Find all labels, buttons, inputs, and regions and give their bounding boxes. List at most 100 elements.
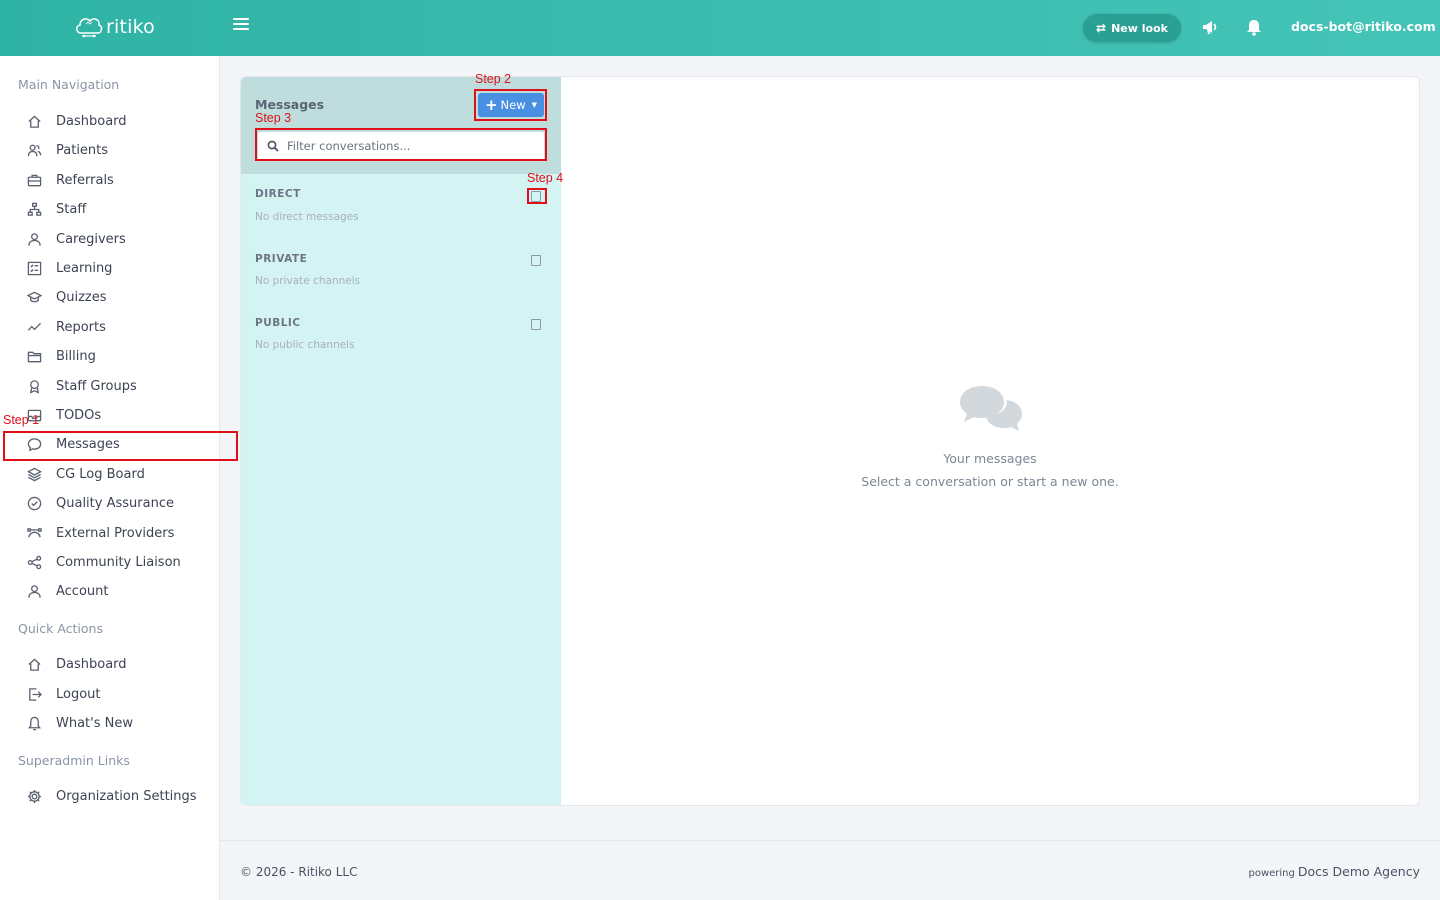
sidebar-item-what-s-new[interactable]: What's New — [18, 710, 218, 736]
sidebar-item-label: Reports — [56, 319, 106, 335]
logo-text: ritiko — [106, 16, 155, 38]
sidebar-item-label: Quizzes — [56, 289, 107, 305]
sidebar-item-label: Learning — [56, 260, 113, 276]
graduation-cap-icon — [26, 289, 42, 305]
sidebar-item-label: Community Liaison — [56, 554, 181, 570]
quick-actions-title: Quick Actions — [18, 621, 103, 636]
logout-icon — [26, 686, 42, 702]
sidebar-item-staff-groups[interactable]: Staff Groups — [18, 373, 218, 399]
messages-card: Messages + New ▼ DIRECT No direct messag… — [240, 76, 1420, 806]
direct-group-label: DIRECT — [255, 188, 301, 200]
public-empty-text: No public channels — [255, 339, 355, 351]
sidebar-item-label: Quality Assurance — [56, 495, 174, 511]
user-icon — [26, 231, 42, 247]
swap-icon: ⇄ — [1096, 21, 1107, 35]
sidebar-item-label: Logout — [56, 686, 101, 702]
logo[interactable]: ritiko — [74, 14, 155, 40]
home-icon — [26, 656, 42, 672]
sidebar-item-label: Patients — [56, 142, 109, 158]
cloud-logo-icon — [76, 18, 103, 38]
sidebar-item-label: Billing — [56, 348, 96, 364]
sidebar-item-organization-settings[interactable]: Organization Settings — [18, 783, 218, 809]
step-1-label: Step 1 — [3, 413, 40, 427]
add-public-icon[interactable] — [531, 319, 541, 330]
sidebar-item-account[interactable]: Account — [18, 578, 218, 604]
step-3-highlight — [255, 128, 547, 161]
public-group-label: PUBLIC — [255, 317, 301, 329]
bezier-icon — [26, 525, 42, 541]
layers-icon — [26, 466, 42, 482]
sidebar-item-external-providers[interactable]: External Providers — [18, 520, 218, 546]
sidebar-item-caregivers[interactable]: Caregivers — [18, 226, 218, 252]
trend-line-icon — [26, 319, 42, 335]
sidebar-item-label: Organization Settings — [56, 788, 197, 804]
new-look-button[interactable]: ⇄ New look — [1083, 14, 1181, 42]
sidebar-item-label: External Providers — [56, 525, 175, 541]
sidebar-item-referrals[interactable]: Referrals — [18, 167, 218, 193]
top-bar: ritiko ⇄ New look docs-bot@ritiko.com — [0, 0, 1440, 56]
step-2-highlight — [474, 89, 547, 121]
sidebar-item-patients[interactable]: Patients — [18, 137, 218, 163]
checklist-icon — [26, 260, 42, 276]
hamburger-icon[interactable] — [233, 18, 249, 36]
briefcase-icon — [26, 172, 42, 188]
sidebar-item-billing[interactable]: Billing — [18, 343, 218, 369]
add-private-icon[interactable] — [531, 255, 541, 266]
sidebar-item-dashboard[interactable]: Dashboard — [18, 108, 218, 134]
sidebar-item-label: What's New — [56, 715, 133, 731]
private-empty-text: No private channels — [255, 275, 361, 287]
sidebar-item-label: Dashboard — [56, 113, 127, 129]
conversation-panel: Messages + New ▼ DIRECT No direct messag… — [241, 77, 561, 805]
empty-state-subtitle: Select a conversation or start a new one… — [861, 474, 1119, 489]
sidebar-item-label: Staff Groups — [56, 378, 137, 394]
home-icon — [26, 113, 42, 129]
sidebar-item-reports[interactable]: Reports — [18, 314, 218, 340]
sidebar-item-label: Staff — [56, 201, 87, 217]
agency-link[interactable]: Docs Demo Agency — [1298, 864, 1420, 879]
step-1-highlight — [3, 431, 238, 461]
main-navigation-title: Main Navigation — [18, 77, 120, 92]
new-look-label: New look — [1111, 21, 1168, 35]
sidebar-item-todos[interactable]: TODOs — [18, 402, 218, 428]
bell-icon — [26, 715, 42, 731]
sidebar-item-quizzes[interactable]: Quizzes — [18, 284, 218, 310]
step-3-label: Step 3 — [255, 111, 292, 125]
step-2-label: Step 2 — [475, 72, 512, 86]
sidebar-item-label: Referrals — [56, 172, 114, 188]
step-4-label: Step 4 — [527, 171, 564, 185]
sidebar-item-label: Dashboard — [56, 656, 127, 672]
sidebar-item-dashboard[interactable]: Dashboard — [18, 651, 218, 677]
direct-empty-text: No direct messages — [255, 211, 359, 223]
step-4-highlight — [527, 188, 547, 204]
org-chart-icon — [26, 201, 42, 217]
check-circle-icon — [26, 495, 42, 511]
footer: © 2026 - Ritiko LLC powering Docs Demo Ag… — [220, 840, 1440, 900]
powering-text: powering Docs Demo Agency — [1249, 864, 1421, 879]
sidebar-item-cg-log-board[interactable]: CG Log Board — [18, 461, 218, 487]
gear-icon — [26, 788, 42, 804]
user-icon — [26, 583, 42, 599]
copyright-text: © 2026 - Ritiko LLC — [240, 865, 358, 879]
share-icon — [26, 554, 42, 570]
megaphone-icon[interactable] — [1201, 18, 1219, 36]
sidebar-item-label: CG Log Board — [56, 466, 145, 482]
sidebar-item-quality-assurance[interactable]: Quality Assurance — [18, 490, 218, 516]
messages-title: Messages — [255, 97, 325, 112]
bell-icon[interactable] — [1246, 18, 1262, 36]
sidebar-item-label: Caregivers — [56, 231, 126, 247]
folder-icon — [26, 348, 42, 364]
empty-state-title: Your messages — [943, 451, 1037, 466]
private-group-label: PRIVATE — [255, 253, 308, 265]
sidebar-item-community-liaison[interactable]: Community Liaison — [18, 549, 218, 575]
sidebar-item-label: Account — [56, 583, 109, 599]
chat-bubbles-icon — [960, 386, 1022, 431]
sidebar-item-learning[interactable]: Learning — [18, 255, 218, 281]
user-email-menu[interactable]: docs-bot@ritiko.com — [1291, 19, 1436, 34]
award-icon — [26, 378, 42, 394]
sidebar-item-label: TODOs — [56, 407, 102, 423]
sidebar-item-logout[interactable]: Logout — [18, 681, 218, 707]
powering-label: powering — [1248, 868, 1295, 879]
sidebar-item-staff[interactable]: Staff — [18, 196, 218, 222]
users-icon — [26, 142, 42, 158]
superadmin-links-title: Superadmin Links — [18, 753, 130, 768]
